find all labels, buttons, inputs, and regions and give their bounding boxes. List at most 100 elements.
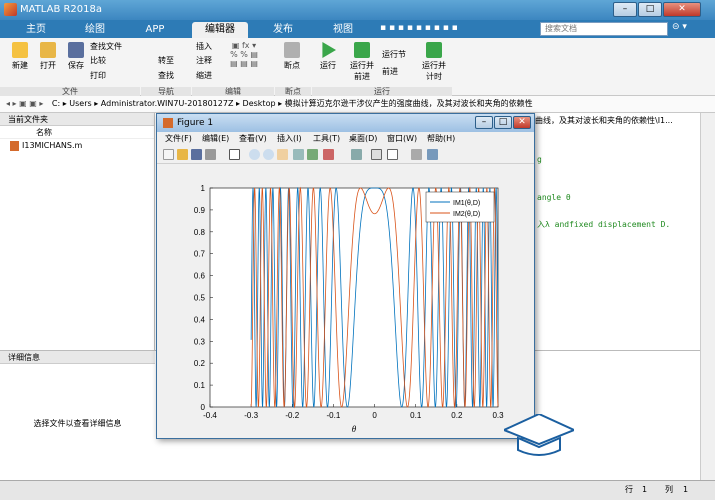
y-tick-label: 0 bbox=[201, 403, 206, 412]
nav-arrows-icon[interactable]: ◂ ▸ ▣ ▣ ▸ bbox=[0, 99, 43, 108]
editor-tab[interactable]: 曲线，及其对波长和夹角的依赖性\I1... bbox=[535, 115, 673, 126]
compare-button[interactable]: 比较 bbox=[90, 55, 106, 66]
y-tick-label: 1 bbox=[201, 184, 206, 193]
x-tick-label: -0.2 bbox=[285, 411, 299, 420]
link-icon[interactable] bbox=[351, 149, 362, 160]
data-cursor-icon[interactable] bbox=[307, 149, 318, 160]
rotate-icon[interactable] bbox=[293, 149, 304, 160]
path-folder[interactable]: 模拟计算迈克尔逊干涉仪产生的强度曲线，及其对波长和夹角的依赖性 bbox=[285, 99, 533, 108]
line-chart[interactable]: -0.4 -0.3 -0.2 -0.1 0 0.1 0.2 0.3 0 0.1 0.2 0.3 0.4 0… bbox=[158, 164, 534, 438]
menu-help[interactable]: 帮助(H) bbox=[427, 132, 455, 146]
comment-button[interactable]: 注释 bbox=[196, 55, 212, 66]
new-button[interactable]: 新建 bbox=[6, 42, 34, 71]
minimize-button[interactable]: – bbox=[613, 2, 637, 17]
print-icon[interactable] bbox=[205, 149, 216, 160]
path-users[interactable]: Users bbox=[69, 99, 91, 108]
current-folder-panel: 当前文件夹 名称 I13MICHANS.m bbox=[0, 113, 155, 350]
y-tick-label: 0.6 bbox=[194, 272, 206, 281]
pan-icon[interactable] bbox=[277, 149, 288, 160]
path-desktop[interactable]: Desktop bbox=[243, 99, 276, 108]
x-tick-label: 0.1 bbox=[410, 411, 422, 420]
save-icon[interactable] bbox=[191, 149, 202, 160]
group-edit-label: 编辑 bbox=[192, 87, 274, 96]
plot-area[interactable]: -0.4 -0.3 -0.2 -0.1 0 0.1 0.2 0.3 0 0.1 0.2 0.3 0.4 0… bbox=[158, 164, 534, 438]
breakpoint-button[interactable]: 断点 bbox=[280, 42, 304, 71]
run-time-button[interactable]: 运行并 计时 bbox=[420, 42, 448, 82]
stopwatch-icon bbox=[426, 42, 442, 58]
save-button[interactable]: 保存 bbox=[62, 42, 90, 71]
brush-icon[interactable] bbox=[323, 149, 334, 160]
tab-view[interactable]: 视图 bbox=[318, 22, 368, 38]
y-tick-label: 0.9 bbox=[194, 206, 206, 215]
menu-desktop[interactable]: 桌面(D) bbox=[349, 132, 377, 146]
print-button[interactable]: 打印 bbox=[90, 70, 106, 81]
folder-icon bbox=[40, 42, 56, 58]
figure-close-button[interactable]: ✕ bbox=[513, 116, 531, 129]
y-tick-label: 0.8 bbox=[194, 228, 206, 237]
current-folder-title: 当前文件夹 bbox=[0, 113, 154, 126]
path-c[interactable]: C: bbox=[46, 99, 60, 108]
menu-view[interactable]: 查看(V) bbox=[239, 132, 267, 146]
y-tick-label: 0.3 bbox=[194, 337, 206, 346]
y-tick-label: 0.4 bbox=[194, 315, 206, 324]
legend-label: IM1(θ,D) bbox=[453, 200, 480, 207]
zoom-in-icon[interactable] bbox=[249, 149, 260, 160]
tab-editor[interactable]: 编辑器 bbox=[192, 22, 248, 38]
menu-file[interactable]: 文件(F) bbox=[165, 132, 192, 146]
address-bar[interactable]: ◂ ▸ ▣ ▣ ▸ C: ▸ Users ▸ Administrator.WIN… bbox=[0, 96, 715, 113]
app-title: MATLAB R2018a bbox=[20, 4, 103, 15]
watermark-en: Biguo100.com bbox=[578, 442, 683, 457]
quick-access-toolbar[interactable]: ▪ ▪ ▪ ▪ ▪ ▪ ▪ ▪ ▪ bbox=[380, 23, 530, 36]
ribbon-tabs: 主页 绘图 APP 编辑器 发布 视图 ▪ ▪ ▪ ▪ ▪ ▪ ▪ ▪ ▪ 搜索… bbox=[0, 20, 715, 38]
edit-tools[interactable]: ▣ fx ▾% % ▤ ▤ ▤ ▤ bbox=[216, 41, 272, 68]
find-files-button[interactable]: 查找文件 bbox=[90, 41, 122, 52]
run-section-button[interactable]: 运行节 bbox=[382, 49, 406, 60]
open-icon[interactable] bbox=[177, 149, 188, 160]
x-tick-label: -0.3 bbox=[244, 411, 258, 420]
figure-minimize-button[interactable]: – bbox=[475, 116, 493, 129]
figure-window[interactable]: Figure 1 – □ ✕ 文件(F) 编辑(E) 查看(V) 插入(I) 工… bbox=[156, 113, 535, 439]
tab-home[interactable]: 主页 bbox=[12, 22, 60, 38]
file-item[interactable]: I13MICHANS.m bbox=[0, 139, 154, 153]
watermark-cn: 必过源码 bbox=[574, 416, 674, 444]
find-button[interactable]: 查找 bbox=[158, 70, 174, 81]
tab-plots[interactable]: 绘图 bbox=[70, 22, 120, 38]
y-tick-label: 0.7 bbox=[194, 250, 206, 259]
open-button[interactable]: 打开 bbox=[34, 42, 62, 71]
insert-button[interactable]: 插入 bbox=[196, 41, 212, 52]
matlab-logo-icon bbox=[4, 3, 17, 16]
name-column-header[interactable]: 名称 bbox=[0, 126, 154, 139]
menu-insert[interactable]: 插入(I) bbox=[277, 132, 302, 146]
advance-button[interactable]: 前进 bbox=[382, 66, 398, 77]
plus-icon bbox=[12, 42, 28, 58]
tab-apps[interactable]: APP bbox=[130, 22, 180, 38]
new-figure-icon[interactable] bbox=[163, 149, 174, 160]
menu-edit[interactable]: 编辑(E) bbox=[202, 132, 229, 146]
run-advance-button[interactable]: 运行并 前进 bbox=[348, 42, 376, 82]
x-tick-label: -0.4 bbox=[203, 411, 217, 420]
hide-tools-icon[interactable] bbox=[411, 149, 422, 160]
search-input[interactable]: 搜索文档 bbox=[540, 22, 668, 36]
colorbar-icon[interactable] bbox=[371, 149, 382, 160]
pointer-icon[interactable] bbox=[229, 149, 240, 160]
m-file-icon bbox=[10, 141, 19, 151]
figure-menu-bar: 文件(F) 编辑(E) 查看(V) 插入(I) 工具(T) 桌面(D) 窗口(W… bbox=[157, 132, 534, 146]
show-tools-icon[interactable] bbox=[427, 149, 438, 160]
ribbon-toolbar: 新建 打开 保存 查找文件 比较 打印 转至 查找 插入 注释 缩进 ▣ fx … bbox=[0, 38, 715, 96]
path-admin[interactable]: Administrator.WIN7U-20180127Z bbox=[101, 99, 234, 108]
goto-button[interactable]: 转至 bbox=[158, 55, 174, 66]
menu-tools[interactable]: 工具(T) bbox=[313, 132, 340, 146]
indent-button[interactable]: 缩进 bbox=[196, 70, 212, 81]
menu-window[interactable]: 窗口(W) bbox=[387, 132, 417, 146]
details-title: 详细信息 bbox=[0, 351, 155, 364]
run-button[interactable]: 运行 bbox=[316, 42, 340, 71]
close-button[interactable]: ✕ bbox=[663, 2, 701, 17]
maximize-button[interactable]: □ bbox=[638, 2, 662, 17]
y-tick-label: 0.1 bbox=[194, 381, 206, 390]
tab-publish[interactable]: 发布 bbox=[258, 22, 308, 38]
group-nav-label: 导航 bbox=[141, 87, 191, 96]
zoom-out-icon[interactable] bbox=[263, 149, 274, 160]
figure-maximize-button[interactable]: □ bbox=[494, 116, 512, 129]
help-icon[interactable]: ⊝ ▾ bbox=[672, 22, 687, 32]
legend-icon[interactable] bbox=[387, 149, 398, 160]
